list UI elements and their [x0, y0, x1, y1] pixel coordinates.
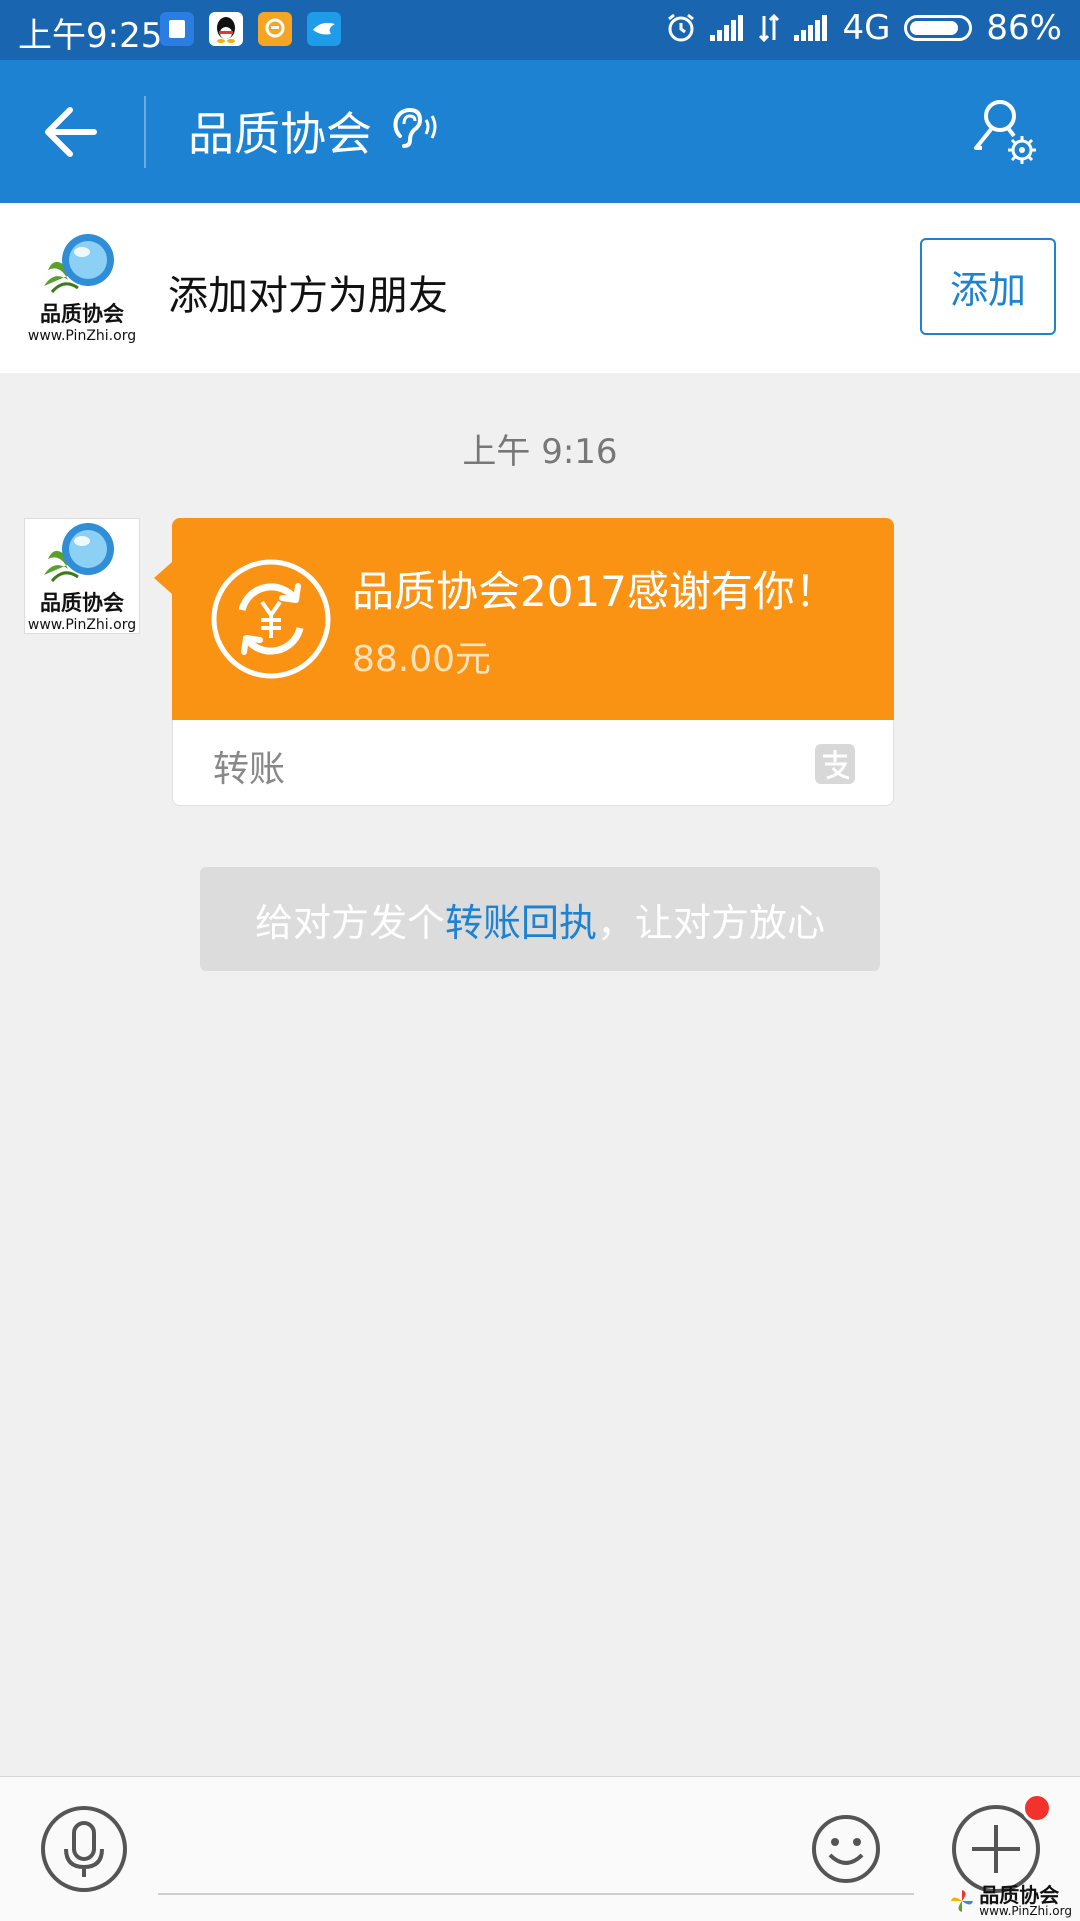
transfer-label: 转账	[213, 749, 286, 790]
user-settings-icon	[974, 100, 1036, 164]
message-timestamp: 上午 9:16	[462, 432, 618, 472]
battery-icon	[904, 15, 973, 41]
status-bar: 上午9:25 4G 86%	[0, 0, 1080, 60]
pinwheel-logo-icon	[951, 1890, 974, 1912]
receipt-tip-after: ，让对方放心	[597, 900, 826, 945]
profile-settings-button[interactable]	[968, 96, 1040, 168]
header-divider	[144, 96, 146, 168]
watermark-text: 品质协会	[979, 1883, 1060, 1907]
voice-button[interactable]	[40, 1805, 128, 1893]
watermark-url: www.PinZhi.org	[979, 1904, 1072, 1918]
add-friend-button[interactable]: 添加	[920, 238, 1056, 335]
emoji-button[interactable]	[810, 1813, 882, 1885]
transfer-card: 品质协会2017感谢有你！ 88.00元	[172, 518, 894, 720]
avatar-text: 品质协会	[40, 591, 124, 615]
message-input[interactable]	[158, 1817, 914, 1895]
status-time: 上午9:25	[18, 16, 163, 56]
ear-icon[interactable]	[392, 106, 438, 150]
qq-icon	[209, 12, 243, 46]
add-friend-bar: 品质协会 www.PinZhi.org 添加对方为朋友 添加	[0, 203, 1080, 373]
input-bar: 品质协会 www.PinZhi.org	[0, 1776, 1080, 1921]
watermark: 品质协会 www.PinZhi.org	[949, 1885, 1072, 1917]
page-title: 品质协会	[188, 107, 372, 161]
transfer-footer: 转账	[172, 720, 894, 806]
bird-icon	[307, 12, 341, 46]
avatar-url: www.PinZhi.org	[27, 617, 137, 633]
battery-percent: 86%	[986, 8, 1062, 48]
status-indicators: 4G 86%	[666, 8, 1062, 48]
data-transfer-icon	[759, 14, 780, 42]
smiley-icon	[812, 1815, 880, 1883]
transfer-amount: 88.00元	[352, 639, 492, 680]
logo-text: 品质协会	[40, 302, 124, 326]
notification-icons	[160, 12, 341, 46]
chat-header: 品质协会	[0, 60, 1080, 203]
signal-icon-2	[794, 15, 828, 41]
signal-icon	[710, 15, 744, 41]
transfer-title: 品质协会2017感谢有你！	[352, 567, 837, 616]
logo-url: www.PinZhi.org	[27, 328, 137, 344]
network-type: 4G	[842, 8, 891, 48]
yuan-transfer-icon	[211, 559, 331, 679]
battery-level	[910, 21, 958, 35]
contact-logo: 品质协会 www.PinZhi.org	[24, 230, 140, 346]
transfer-message-bubble[interactable]: 品质协会2017感谢有你！ 88.00元 转账	[154, 518, 894, 806]
receipt-tip-before: 给对方发个	[254, 900, 445, 945]
alipay-icon	[815, 744, 855, 784]
globe-logo-icon	[44, 234, 114, 294]
add-friend-prompt: 添加对方为朋友	[168, 273, 448, 319]
notes-icon	[160, 12, 194, 46]
transfer-receipt-link[interactable]: 转账回执	[445, 892, 597, 947]
globe-logo-icon	[44, 523, 114, 583]
receipt-tip: 给对方发个 转账回执 ，让对方放心	[200, 867, 880, 971]
sender-avatar[interactable]: 品质协会 www.PinZhi.org	[24, 518, 140, 634]
alarm-icon	[668, 13, 695, 42]
chat-bubble-icon	[258, 12, 292, 46]
bubble-tail	[154, 562, 172, 594]
arrow-left-icon	[45, 107, 97, 157]
microphone-icon	[41, 1806, 127, 1892]
back-button[interactable]	[40, 102, 102, 162]
notification-dot	[1022, 1793, 1052, 1823]
